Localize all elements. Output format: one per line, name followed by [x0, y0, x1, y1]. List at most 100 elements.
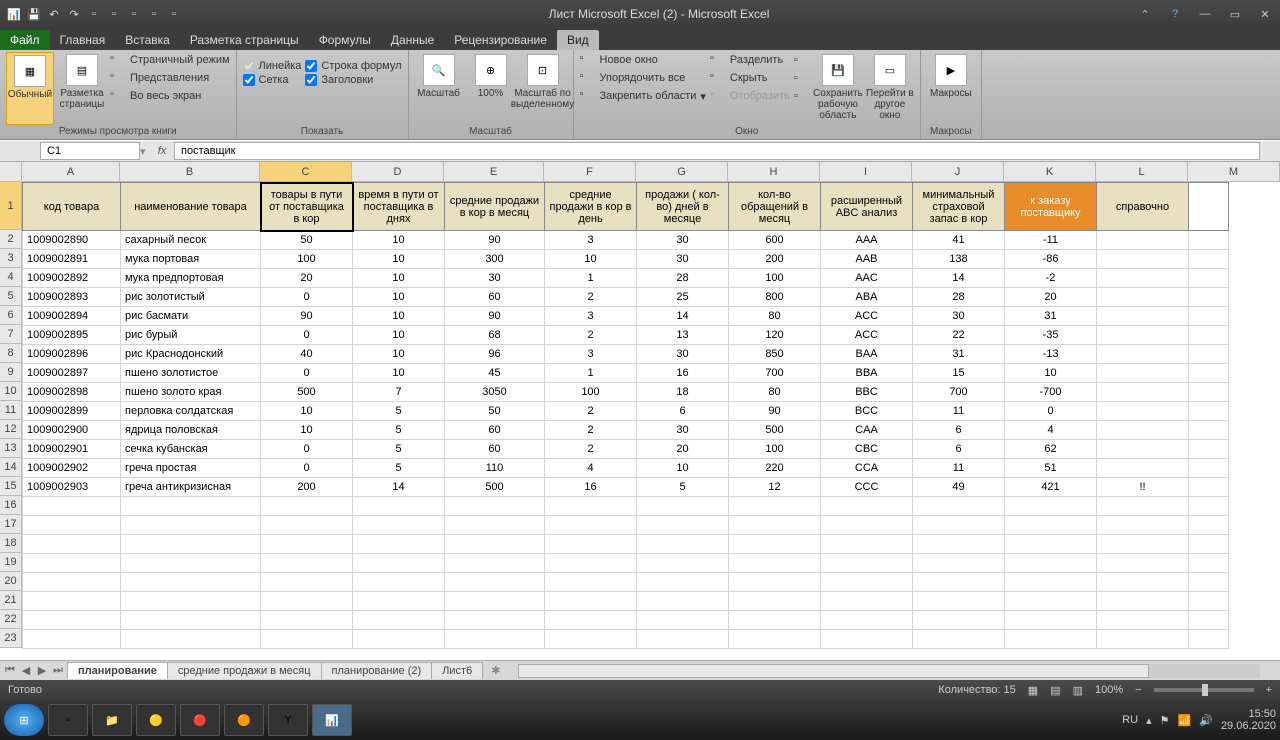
header-cell[interactable]: продажи ( кол-во) дней в месяце — [637, 183, 729, 231]
cell[interactable]: 10 — [261, 402, 353, 421]
header-cell[interactable]: время в пути от поставщика в днях — [353, 183, 445, 231]
cell[interactable] — [445, 611, 545, 630]
gridlines-checkbox[interactable]: Сетка — [243, 74, 302, 86]
cell[interactable] — [23, 535, 121, 554]
cell[interactable]: 0 — [1005, 402, 1097, 421]
cell[interactable] — [121, 554, 261, 573]
cell[interactable]: -35 — [1005, 326, 1097, 345]
formula-bar[interactable]: поставщик — [174, 142, 1260, 160]
cell[interactable]: пшено золотистое — [121, 364, 261, 383]
cell[interactable] — [1097, 326, 1189, 345]
cell[interactable]: 110 — [445, 459, 545, 478]
cell[interactable] — [23, 630, 121, 649]
cell[interactable]: 49 — [913, 478, 1005, 497]
row-header[interactable]: 15 — [0, 477, 22, 496]
cell[interactable]: ABA — [821, 288, 913, 307]
cell[interactable] — [1005, 554, 1097, 573]
name-box[interactable]: C1 — [40, 142, 140, 160]
cell[interactable] — [545, 630, 637, 649]
taskbar-app[interactable]: 🟠 — [224, 704, 264, 736]
cell[interactable]: 20 — [261, 269, 353, 288]
cell[interactable] — [821, 573, 913, 592]
cell[interactable] — [121, 573, 261, 592]
cell[interactable] — [23, 573, 121, 592]
cell[interactable] — [1097, 402, 1189, 421]
sheet-tab[interactable]: Лист6 — [431, 662, 483, 679]
cell[interactable]: CCC — [821, 478, 913, 497]
cell[interactable]: 6 — [637, 402, 729, 421]
cell[interactable] — [23, 592, 121, 611]
cell[interactable]: 60 — [445, 440, 545, 459]
cell[interactable]: 1009002901 — [23, 440, 121, 459]
cell[interactable]: 600 — [729, 231, 821, 250]
cell[interactable]: рис золотистый — [121, 288, 261, 307]
select-all-corner[interactable] — [0, 162, 22, 182]
cell[interactable] — [1189, 630, 1229, 649]
last-sheet-icon[interactable]: ⏭ — [50, 664, 66, 677]
cell[interactable]: 2 — [545, 288, 637, 307]
cell[interactable]: -2 — [1005, 269, 1097, 288]
cell[interactable] — [729, 516, 821, 535]
cell[interactable]: 96 — [445, 345, 545, 364]
cell[interactable] — [23, 497, 121, 516]
cell[interactable]: 10 — [353, 288, 445, 307]
cell[interactable] — [261, 573, 353, 592]
cell[interactable]: 10 — [353, 345, 445, 364]
header-cell[interactable]: справочно — [1097, 183, 1189, 231]
cell[interactable]: 700 — [729, 364, 821, 383]
cell[interactable]: ядрица половская — [121, 421, 261, 440]
cell[interactable]: рис Краснодонский — [121, 345, 261, 364]
taskbar-chrome[interactable]: 🟡 — [136, 704, 176, 736]
cell[interactable]: 60 — [445, 288, 545, 307]
cell[interactable]: 90 — [261, 307, 353, 326]
cell[interactable] — [913, 611, 1005, 630]
cell[interactable]: 10 — [353, 231, 445, 250]
row-header[interactable]: 11 — [0, 401, 22, 420]
ribbon-tab[interactable]: Данные — [381, 30, 444, 50]
row-header[interactable]: 4 — [0, 268, 22, 287]
cell[interactable]: 1009002900 — [23, 421, 121, 440]
cell[interactable] — [821, 554, 913, 573]
tray-network-icon[interactable]: 📶 — [1178, 714, 1192, 727]
cell[interactable]: 1009002893 — [23, 288, 121, 307]
cell[interactable] — [729, 554, 821, 573]
cell[interactable] — [637, 554, 729, 573]
cell[interactable]: 15 — [913, 364, 1005, 383]
cell[interactable] — [261, 554, 353, 573]
cell[interactable]: 200 — [261, 478, 353, 497]
row-header[interactable]: 22 — [0, 610, 22, 629]
cell[interactable]: 1 — [545, 269, 637, 288]
cell[interactable]: 3 — [545, 345, 637, 364]
cell[interactable]: BBC — [821, 383, 913, 402]
cell[interactable]: 51 — [1005, 459, 1097, 478]
cell[interactable]: 1009002902 — [23, 459, 121, 478]
row-header[interactable]: 23 — [0, 629, 22, 648]
start-button[interactable]: ⊞ — [4, 704, 44, 736]
cell[interactable]: 700 — [913, 383, 1005, 402]
taskbar-excel[interactable]: 📊 — [312, 704, 352, 736]
column-header[interactable]: I — [820, 162, 912, 182]
cell[interactable]: 1009002892 — [23, 269, 121, 288]
cell[interactable] — [1005, 592, 1097, 611]
cell[interactable]: 45 — [445, 364, 545, 383]
cell[interactable] — [545, 573, 637, 592]
cell[interactable]: 5 — [353, 440, 445, 459]
cell[interactable]: 2 — [545, 326, 637, 345]
ribbon-tab[interactable]: Рецензирование — [444, 30, 557, 50]
cell[interactable]: 30 — [913, 307, 1005, 326]
cell[interactable] — [1189, 554, 1229, 573]
qat-icon[interactable]: ▫ — [146, 6, 162, 22]
cell[interactable] — [913, 554, 1005, 573]
cell[interactable]: греча простая — [121, 459, 261, 478]
column-header[interactable]: K — [1004, 162, 1096, 182]
tray-chevron-icon[interactable]: ▴ — [1146, 714, 1152, 727]
view-break-icon[interactable]: ▥ — [1073, 684, 1083, 697]
ribbon-tab[interactable]: Вставка — [115, 30, 180, 50]
cell[interactable]: 90 — [729, 402, 821, 421]
cell[interactable] — [1097, 630, 1189, 649]
cell[interactable]: 90 — [445, 307, 545, 326]
restore-icon[interactable]: ▭ — [1220, 4, 1250, 24]
cell[interactable] — [545, 554, 637, 573]
cell[interactable] — [913, 497, 1005, 516]
cell[interactable]: пшено золото края — [121, 383, 261, 402]
